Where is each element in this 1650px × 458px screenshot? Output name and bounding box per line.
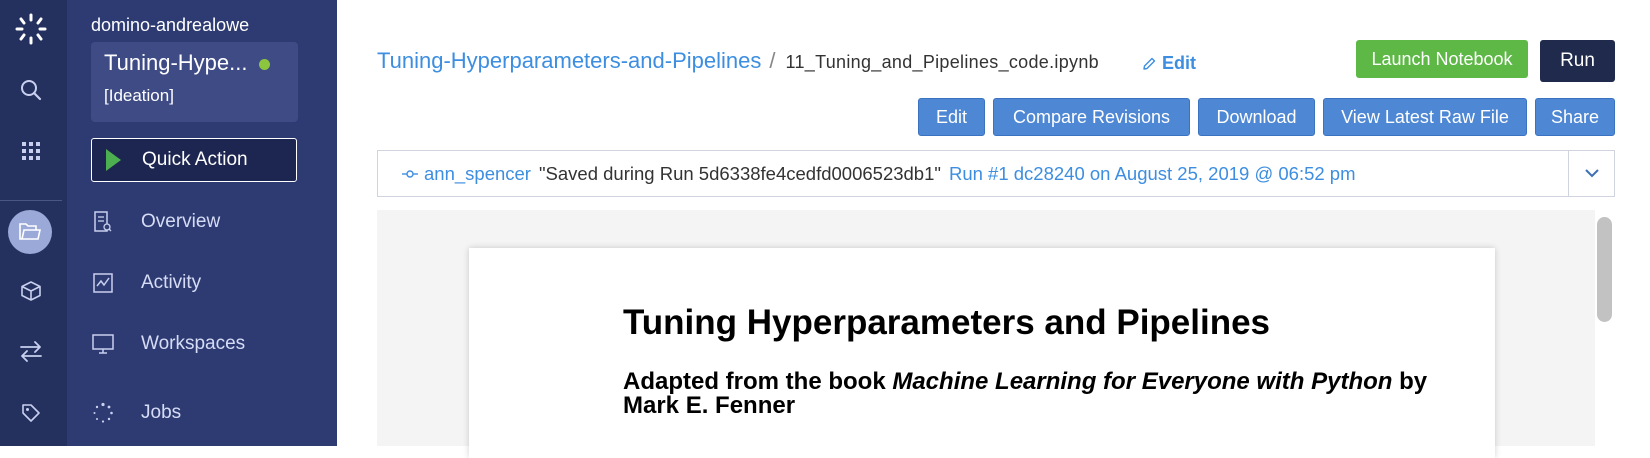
- sidebar-item-jobs[interactable]: Jobs: [91, 398, 321, 428]
- project-name: Tuning-Hype...: [104, 50, 248, 75]
- tag-icon[interactable]: [14, 396, 48, 430]
- file-name: 11_Tuning_and_Pipelines_code.ipynb: [785, 52, 1099, 72]
- sidebar-item-workspaces[interactable]: Workspaces: [91, 329, 321, 359]
- edit-file-link[interactable]: Edit: [1142, 53, 1196, 74]
- breadcrumb: Tuning-Hyperparameters-and-Pipelines / 1…: [377, 48, 1099, 74]
- quick-action-button[interactable]: Quick Action: [91, 138, 297, 182]
- project-sidebar: domino-andrealowe Tuning-Hype... [Ideati…: [67, 0, 337, 446]
- commit-run-link[interactable]: Run #1 dc28240 on August 25, 2019 @ 06:5…: [949, 163, 1356, 185]
- view-latest-raw-file-button[interactable]: View Latest Raw File: [1323, 98, 1527, 136]
- launch-notebook-button[interactable]: Launch Notebook: [1356, 40, 1528, 78]
- folder-icon[interactable]: [8, 210, 52, 254]
- icon-rail: [0, 0, 67, 446]
- sidebar-item-label: Jobs: [141, 402, 182, 423]
- edit-button[interactable]: Edit: [918, 98, 985, 136]
- subtitle-book-title: Machine Learning for Everyone with Pytho…: [892, 368, 1393, 395]
- overview-icon: [91, 210, 115, 234]
- sidebar-item-activity[interactable]: Activity: [91, 268, 321, 298]
- sidebar-item-label: Activity: [141, 272, 202, 293]
- sidebar-item-label: Workspaces: [141, 333, 246, 354]
- commit-icon: [402, 170, 418, 178]
- transfer-icon[interactable]: [14, 334, 48, 368]
- commit-message: "Saved during Run 5d6338fe4cedfd0006523d…: [538, 163, 941, 184]
- commit-dropdown-toggle[interactable]: [1568, 151, 1614, 196]
- cube-icon[interactable]: [14, 274, 48, 308]
- sidebar-item-label: Overview: [141, 211, 221, 232]
- project-stage: [Ideation]: [104, 86, 174, 105]
- monitor-icon: [91, 332, 115, 356]
- project-status-dot: [259, 59, 270, 70]
- compare-revisions-button[interactable]: Compare Revisions: [993, 98, 1190, 136]
- scrollbar-thumb[interactable]: [1597, 217, 1612, 322]
- commit-info-bar: ann_spencer "Saved during Run 5d6338fe4c…: [377, 150, 1615, 197]
- download-button[interactable]: Download: [1198, 98, 1315, 136]
- pencil-icon: [1143, 57, 1156, 70]
- notebook-subtitle: Adapted from the book Machine Learning f…: [623, 370, 1453, 418]
- run-button[interactable]: Run: [1540, 40, 1615, 82]
- apps-grid-icon[interactable]: [14, 134, 48, 168]
- notebook-title: Tuning Hyperparameters and Pipelines: [623, 303, 1271, 342]
- breadcrumb-separator: /: [769, 48, 776, 73]
- quick-action-label: Quick Action: [142, 149, 248, 170]
- share-button[interactable]: Share: [1535, 98, 1615, 136]
- activity-icon: [91, 271, 115, 295]
- project-breadcrumb-link[interactable]: Tuning-Hyperparameters-and-Pipelines: [377, 48, 761, 74]
- notebook-viewer: Tuning Hyperparameters and Pipelines Ada…: [377, 210, 1597, 458]
- notebook-page: Tuning Hyperparameters and Pipelines Ada…: [469, 248, 1495, 458]
- domino-logo-icon[interactable]: [14, 12, 48, 46]
- rail-divider: [0, 200, 62, 201]
- search-icon[interactable]: [14, 73, 48, 107]
- subtitle-prefix: Adapted from the book: [623, 368, 893, 395]
- commit-author-link[interactable]: ann_spencer: [424, 163, 531, 185]
- jobs-spinner-icon: [91, 401, 115, 425]
- play-icon: [106, 149, 121, 171]
- org-name[interactable]: domino-andrealowe: [91, 15, 249, 36]
- chevron-down-icon: [1584, 169, 1599, 178]
- sidebar-item-overview[interactable]: Overview: [91, 207, 321, 237]
- project-switcher[interactable]: Tuning-Hype... [Ideation]: [91, 42, 298, 122]
- edit-link-label: Edit: [1162, 53, 1196, 73]
